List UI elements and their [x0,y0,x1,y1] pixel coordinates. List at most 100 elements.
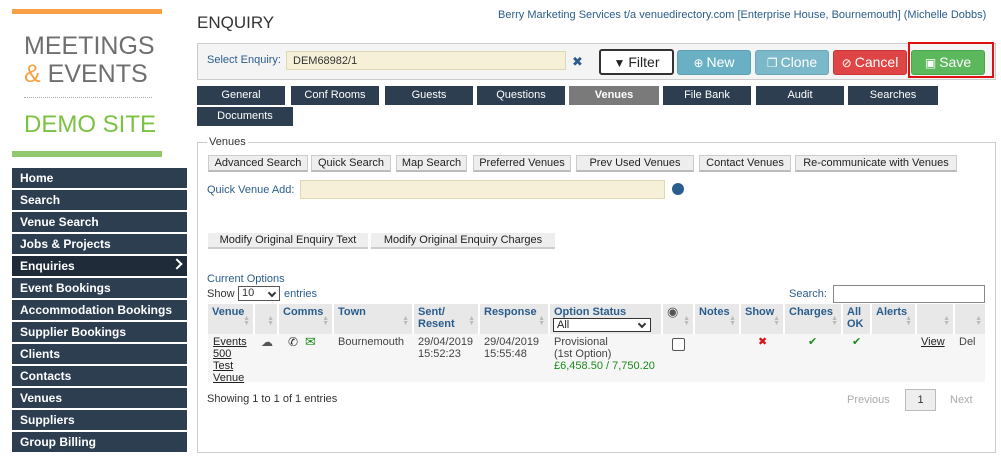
nav-suppliers[interactable]: Suppliers [12,410,187,430]
nav-supplier-bookings[interactable]: Supplier Bookings [12,322,187,342]
tab-file-bank[interactable]: File Bank [663,86,751,105]
client-link[interactable]: Berry Marketing Services t/a venuedirect… [498,9,988,22]
quick-search-button[interactable]: Quick Search [311,155,391,172]
current-options-heading: Current Options [207,273,285,285]
delete-link[interactable]: Del [955,334,980,350]
col-show[interactable]: Show ▲ ▼ [741,304,783,334]
cross-icon: ✖ [758,336,768,348]
modify-enquiry-charges-button[interactable]: Modify Original Enquiry Charges [371,233,555,249]
prev-used-venues-button[interactable]: Prev Used Venues [576,155,694,172]
recommunicate-venues-button[interactable]: Re-communicate with Venues [795,155,957,172]
nav-label: Clients [20,347,61,361]
col-notes[interactable]: Notes ▲ ▼ [695,304,739,334]
status-amount: £6,458.50 / 7,750.20 [554,360,655,372]
quick-venue-add-input[interactable] [300,180,665,199]
col-comms[interactable]: Comms ▲ ▼ [279,304,332,334]
col-venue[interactable]: Venue ▲ ▼ [208,304,253,334]
sort-icon: ▲ ▼ [683,315,690,327]
filter-icon: ▼ [613,56,626,70]
col-label: Alerts [876,306,908,318]
previous-page-button[interactable]: Previous [847,394,890,406]
tab-documents[interactable]: Documents [197,107,293,126]
col-charges[interactable]: Charges ▲ ▼ [785,304,841,334]
tab-guests[interactable]: Guests [385,86,473,105]
nav-venues[interactable]: Venues [12,388,187,408]
option-status-filter-select[interactable]: All [553,318,651,332]
next-page-button[interactable]: Next [950,394,973,406]
col-alerts[interactable]: Alerts ▲ ▼ [872,304,915,334]
nav-clients[interactable]: Clients [12,344,187,364]
col-sent-resent[interactable]: Sent/ Resent ▲ ▼ [414,304,478,334]
nav-group-billing[interactable]: Group Billing [12,432,187,452]
entries-per-page-select[interactable]: 10 [238,286,280,301]
col-label: Option Status [554,306,627,318]
col-town[interactable]: Town ▲ ▼ [334,304,412,334]
map-search-button[interactable]: Map Search [396,155,467,172]
nav-search[interactable]: Search [12,190,187,210]
logo-text-events: & EVENTS [24,60,148,88]
col-view[interactable]: ▲ ▼ [917,304,953,334]
col-visibility[interactable]: ◉ ▲ ▼ [663,304,693,334]
sort-icon: ▲ ▼ [773,315,780,327]
cancel-button[interactable]: ⊘ Cancel [833,50,907,75]
tab-questions[interactable]: Questions [477,86,565,105]
response-cell: 29/04/2019 15:55:48 [484,336,540,360]
tab-venues[interactable]: Venues [569,86,659,105]
modify-enquiry-text-button[interactable]: Modify Original Enquiry Text [208,233,368,249]
entries-label: entries [284,288,318,300]
email-icon[interactable]: ✉ [301,334,320,350]
tab-audit[interactable]: Audit [756,86,844,105]
col-label: All OK [847,306,864,330]
col-label: Sent/ Resent [418,306,455,330]
col-label: Response [484,306,537,318]
page-1-button[interactable]: 1 [905,389,936,411]
show-label: Show [207,288,235,300]
clone-label: Clone [780,54,818,70]
col-blank-1[interactable]: ▲ ▼ [255,304,277,334]
status-text: Provisional (1st Option) [554,336,612,360]
nav-venue-search[interactable]: Venue Search [12,212,187,232]
col-label: Notes [699,306,730,318]
search-input[interactable] [833,285,985,303]
view-link[interactable]: View [917,334,949,350]
clone-button[interactable]: ❐ Clone [755,50,829,75]
col-label: Comms [283,306,324,318]
sidebar: MEETINGS & EVENTS DEMO SITE Home Search … [0,0,192,459]
visibility-checkbox[interactable] [672,338,685,351]
new-button[interactable]: ⊕ New [677,50,751,75]
enquiry-select-input[interactable] [286,51,566,70]
sort-icon: ▲ ▼ [831,315,838,327]
filter-button[interactable]: ▼ Filter [599,49,674,75]
nav-label: Enquiries [20,259,75,273]
nav-contacts[interactable]: Contacts [12,366,187,386]
quick-venue-add-label: Quick Venue Add: [207,184,295,196]
close-icon[interactable]: ✖ [572,54,583,70]
sort-icon: ▲ ▼ [243,315,250,327]
globe-icon[interactable] [672,183,684,195]
nav-label: Venue Search [20,215,99,229]
nav-accommodation-bookings[interactable]: Accommodation Bookings [12,300,187,320]
nav-jobs-projects[interactable]: Jobs & Projects [12,234,187,254]
advanced-search-button[interactable]: Advanced Search [208,155,308,172]
col-all-ok[interactable]: All OK [843,304,870,334]
entries-per-page-value: 10 [242,287,255,299]
nav-enquiries[interactable]: Enquiries [12,256,187,276]
nav-home[interactable]: Home [12,168,187,188]
tab-conf-rooms[interactable]: Conf Rooms [291,86,379,105]
tab-searches[interactable]: Searches [848,86,938,105]
nav-label: Group Billing [20,435,96,449]
venue-link[interactable]: Events 500 Test Venue [209,334,253,386]
preferred-venues-button[interactable]: Preferred Venues [473,155,571,172]
chevron-right-icon [171,258,183,270]
nav-event-bookings[interactable]: Event Bookings [12,278,187,298]
tab-general[interactable]: General [197,86,285,105]
venues-legend: Venues [207,136,248,148]
venue-name: Events 500 Test Venue [213,336,247,384]
cancel-label: Cancel [854,54,899,70]
nav-label: Event Bookings [20,281,111,295]
col-response[interactable]: Response ▲ ▼ [480,304,548,334]
col-delete[interactable]: ▲ ▼ [955,304,985,334]
table-info: Showing 1 to 1 of 1 entries [207,393,338,405]
contact-venues-button[interactable]: Contact Venues [699,155,791,172]
phone-icon[interactable]: ✆ [284,334,302,350]
